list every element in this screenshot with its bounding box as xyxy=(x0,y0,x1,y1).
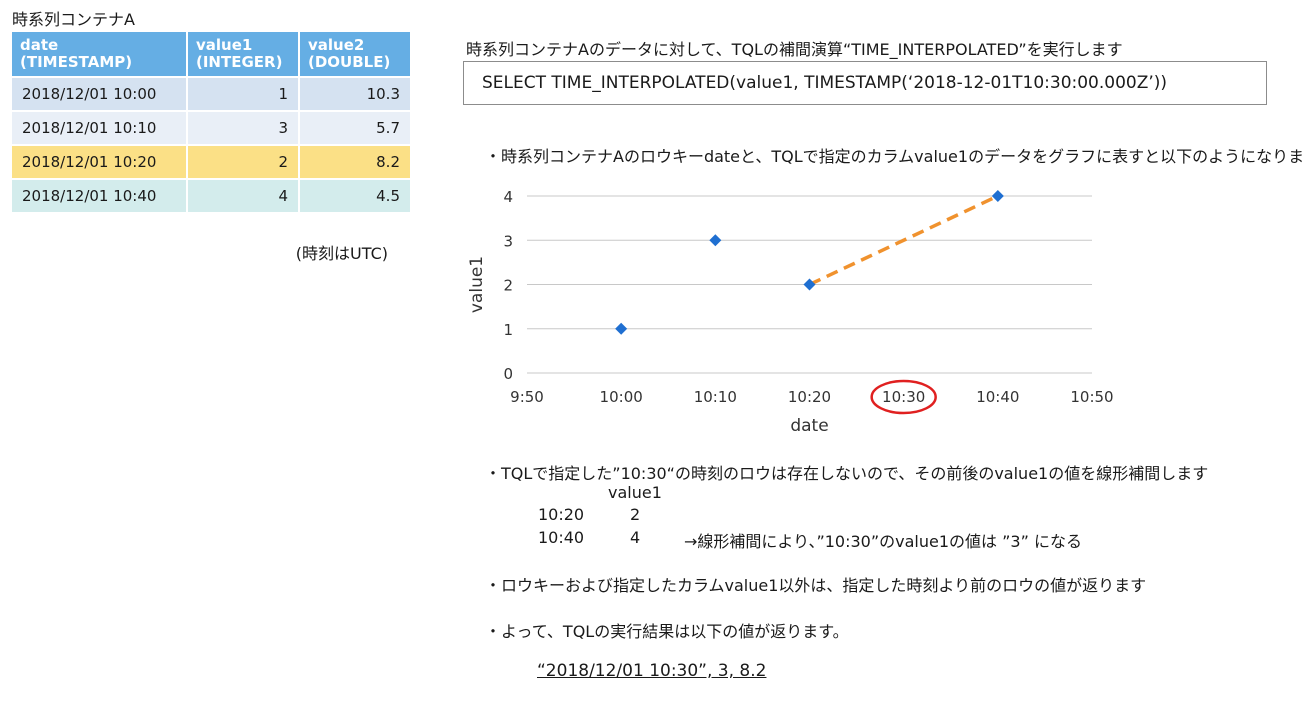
cell-value1: 4 xyxy=(187,178,300,212)
table-row: 2018/12/01 10:20 2 8.2 xyxy=(12,144,410,179)
cell-value1: 1 xyxy=(187,76,300,111)
x-tick-label: 10:10 xyxy=(694,388,737,406)
cell-value2: 5.7 xyxy=(299,110,410,145)
cell-value2: 4.5 xyxy=(299,178,410,212)
data-point xyxy=(709,234,722,247)
data-points xyxy=(615,190,1004,335)
value1-chart: 0 1 2 3 4 9:50 10:00 10:10 10:20 10:30 10:40 10:50… xyxy=(467,188,1114,436)
interpolation-time: 10:40 xyxy=(538,528,585,547)
y-tick-label: 3 xyxy=(503,232,513,250)
timezone-note: (時刻はUTC) xyxy=(295,244,388,263)
y-tick-label: 1 xyxy=(503,321,513,339)
cell-value2: 8.2 xyxy=(299,144,410,179)
x-tick-label: 10:20 xyxy=(788,388,831,406)
intro-text: 時系列コンテナAのデータに対して、TQLの補間演算“TIME_INTERPOLA… xyxy=(466,40,1123,59)
data-point xyxy=(615,322,628,335)
interpolation-header: value1 xyxy=(608,483,662,502)
interpolation-value: 4 xyxy=(630,528,641,547)
x-tick-label: 10:30 xyxy=(882,388,925,406)
column-header-date: date (TIMESTAMP) xyxy=(12,32,188,77)
x-axis-ticks: 9:50 10:00 10:10 10:20 10:30 10:40 10:50 xyxy=(510,388,1113,406)
cell-value1: 3 xyxy=(187,110,300,145)
query-box: SELECT TIME_INTERPOLATED(value1, TIMESTA… xyxy=(463,61,1267,105)
y-tick-label: 0 xyxy=(503,365,513,383)
interpolation-time: 10:20 xyxy=(538,505,585,524)
table-row: 2018/12/01 10:00 1 10.3 xyxy=(12,76,410,111)
bullet-missing-row: ・TQLで指定した”10:30“の時刻のロウは存在しないので、その前後のvalu… xyxy=(485,464,1209,483)
x-tick-label: 9:50 xyxy=(510,388,544,406)
bullet-graph-description: ・時系列コンテナAのロウキーdateと、TQLで指定のカラムvalue1のデータ… xyxy=(485,147,1305,166)
bullet-result: ・よって、TQLの実行結果は以下の値が返ります。 xyxy=(485,622,849,641)
result-value: “2018/12/01 10:30”, 3, 8.2 xyxy=(537,661,767,681)
x-tick-label: 10:40 xyxy=(976,388,1019,406)
y-axis-ticks: 0 1 2 3 4 xyxy=(503,188,513,383)
y-tick-label: 4 xyxy=(503,188,513,206)
bullet-other-columns: ・ロウキーおよび指定したカラムvalue1以外は、指定した時刻より前のロウの値が… xyxy=(485,576,1147,595)
x-axis-label: date xyxy=(790,416,828,436)
cell-date: 2018/12/01 10:20 xyxy=(12,144,188,179)
table-header-row: date (TIMESTAMP) value1 (INTEGER) value2 (D… xyxy=(12,32,410,77)
interpolation-note: →線形補間により、”10:30”のvalue1の値は ”3” になる xyxy=(684,532,1082,551)
y-tick-label: 2 xyxy=(503,277,513,295)
y-axis-label: value1 xyxy=(467,256,487,313)
data-point xyxy=(803,278,816,291)
interpolation-value: 2 xyxy=(630,505,641,524)
column-header-value2: value2 (DOUBLE) xyxy=(299,32,410,77)
cell-date: 2018/12/01 10:10 xyxy=(12,110,188,145)
data-point xyxy=(991,190,1004,202)
container-table: date (TIMESTAMP) value1 (INTEGER) value2 (D… xyxy=(12,32,410,212)
cell-value2: 10.3 xyxy=(299,76,410,111)
container-title: 時系列コンテナA xyxy=(12,10,135,29)
table-row: 2018/12/01 10:10 3 5.7 xyxy=(12,110,410,145)
cell-date: 2018/12/01 10:40 xyxy=(12,178,188,212)
x-tick-label: 10:50 xyxy=(1070,388,1113,406)
x-tick-label: 10:00 xyxy=(600,388,643,406)
cell-date: 2018/12/01 10:00 xyxy=(12,76,188,111)
cell-value1: 2 xyxy=(187,144,300,179)
table-row: 2018/12/01 10:40 4 4.5 xyxy=(12,178,410,212)
column-header-value1: value1 (INTEGER) xyxy=(187,32,300,77)
